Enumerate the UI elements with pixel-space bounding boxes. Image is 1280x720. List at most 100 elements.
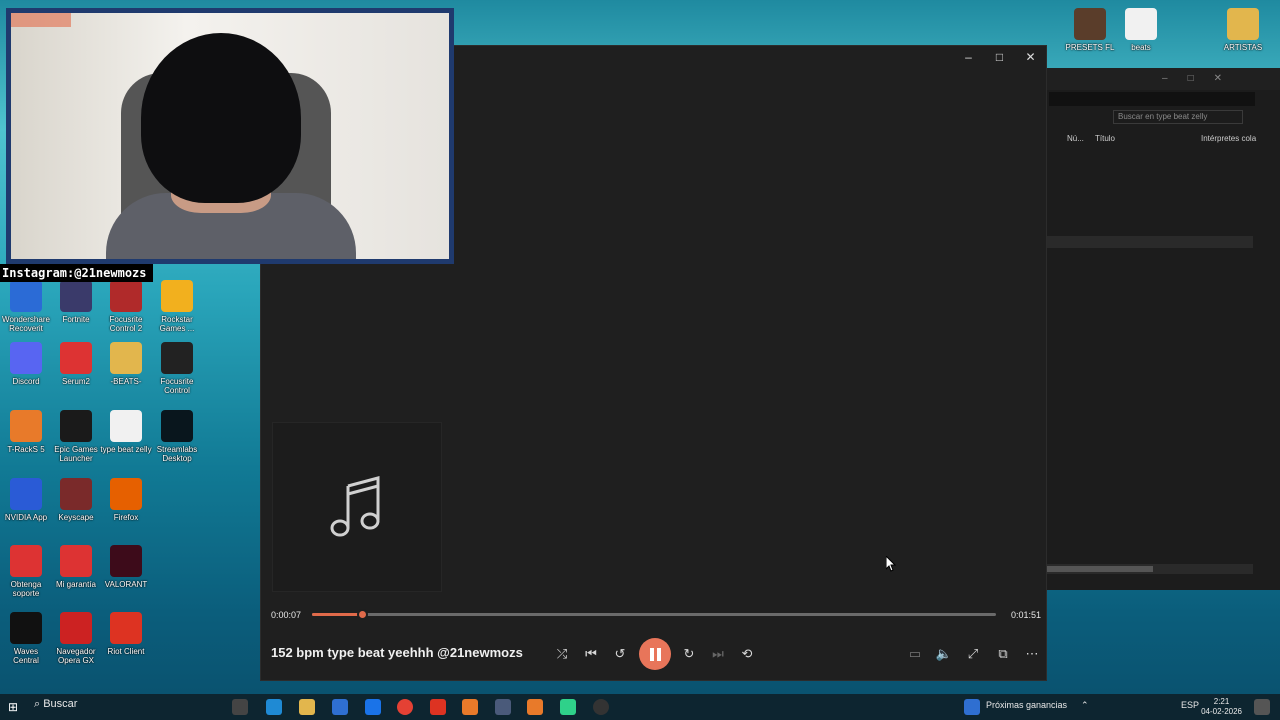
close-button[interactable]: ✕ [1015,46,1046,68]
desktop-icon[interactable]: Serum2 [50,342,102,386]
desktop-icon[interactable]: Navegador Opera GX [50,612,102,665]
scroll-thumb[interactable] [1047,566,1153,572]
explorer-window-controls[interactable]: –□✕ [1162,73,1242,84]
desktop-icon-label: Keyscape [58,513,94,522]
forward-30-icon[interactable]: ↻ [678,643,700,665]
maximize-button[interactable]: □ [984,46,1015,68]
news-widget[interactable]: Próximas ganancias [986,700,1067,710]
volume-icon[interactable]: 🔈 [933,643,955,665]
mini-player-icon[interactable]: ⧉ [992,643,1014,665]
repeat-off-icon[interactable]: ⟲ [736,643,758,665]
streamlabs-icon [161,410,193,442]
explorer-hscrollbar[interactable] [1047,564,1253,574]
taskbar-search[interactable]: ⌕ Buscar [34,698,77,711]
desktop-icon-label: Riot Client [107,647,145,656]
focusrite-meter-icon [161,342,193,374]
fullscreen-icon[interactable]: ⤢ [962,643,984,665]
app-l-icon[interactable] [430,699,446,715]
tray-chevron-icon[interactable]: ⌃ [1081,700,1089,711]
column-number[interactable]: Nú... [1067,134,1084,143]
audio-file-icon [1125,8,1157,40]
keyscape-icon [60,478,92,510]
column-artists[interactable]: Intérpretes cola [1201,134,1256,143]
desktop-icon[interactable]: Obtenga soporte [0,545,52,598]
search-icon: ⌕ [34,698,44,710]
desktop-icon-label: Streamlabs Desktop [156,445,198,463]
explorer-row[interactable] [1047,236,1253,248]
outlook-icon[interactable] [365,699,381,715]
clock-date: 04-02-2026 [1201,707,1242,716]
notifications-icon[interactable] [1254,699,1270,715]
desktop-icon-label: Wondershare Recoverit [2,315,50,333]
desktop-icon-label: type beat zelly [100,445,152,454]
desktop-icon-label: Mi garantía [55,580,97,589]
desktop-icon[interactable]: Focusrite Control [151,342,203,395]
minimize-button[interactable]: – [953,46,984,68]
desktop-icon[interactable]: T-RackS 5 [0,410,52,454]
desktop-icon[interactable]: VALORANT [100,545,152,589]
clock[interactable]: 2:21 04-02-2026 [1201,697,1242,717]
desktop-icon[interactable]: type beat zelly [100,410,152,454]
desktop-icon[interactable]: Wondershare Recoverit [0,280,52,333]
desktop-icon-label: ARTISTAS [1223,43,1263,52]
fl-studio-2-icon[interactable] [527,699,543,715]
task-view-icon[interactable] [232,699,248,715]
fl-studio-icon[interactable] [462,699,478,715]
chrome-icon[interactable] [397,699,413,715]
desktop-icon[interactable]: beats [1115,8,1167,52]
desktop-icon[interactable]: Riot Client [100,612,152,656]
store-icon[interactable] [332,699,348,715]
app-icon[interactable] [495,699,511,715]
person-hair-headphones [141,33,301,203]
desktop-icon-label: Firefox [113,513,139,522]
more-options-icon[interactable]: ⋯ [1021,643,1043,665]
folder-icon [110,342,142,374]
desktop-icon[interactable]: ARTISTAS [1217,8,1269,52]
column-title[interactable]: Título [1095,134,1115,143]
epic-icon [60,410,92,442]
desktop-icon[interactable]: Streamlabs Desktop [151,410,203,463]
desktop-icon[interactable]: Firefox [100,478,152,522]
seek-handle[interactable] [357,609,369,620]
waves-icon [10,612,42,644]
pause-button[interactable] [639,638,671,670]
seek-bar[interactable] [312,609,996,620]
desktop-icon[interactable]: NVIDIA App [0,478,52,522]
desktop-icon[interactable]: Epic Games Launcher [50,410,102,463]
audio-file-icon [110,410,142,442]
desktop-icon[interactable]: Discord [0,342,52,386]
rewind-10-icon[interactable]: ↺ [609,643,631,665]
explorer-address-bar[interactable] [1049,92,1255,106]
previous-icon[interactable]: ⏮ [580,643,602,665]
next-icon[interactable]: ⏭ [707,643,729,665]
focusrite-icon [110,280,142,312]
shuffle-icon[interactable]: ⤮ [551,643,573,665]
desktop-icon[interactable]: Focusrite Control 2 [100,280,152,333]
elapsed-time: 0:00:07 [271,610,302,620]
desktop-icon-label: Navegador Opera GX [56,647,96,665]
desktop-icon[interactable]: PRESETS FL [1064,8,1116,52]
explorer-search-input[interactable]: Buscar en type beat zelly [1113,110,1243,124]
desktop-icon[interactable]: -BEATS- [100,342,152,386]
windows-start-icon[interactable]: ⊞ [8,699,24,715]
desktop-icon-label: Focusrite Control [160,377,194,395]
language-indicator[interactable]: ESP [1181,700,1199,710]
edge-icon[interactable] [266,699,282,715]
desktop-icon[interactable]: Mi garantía [50,545,102,589]
media-player-taskbar-icon[interactable] [593,699,609,715]
streamlabs-taskbar-icon[interactable] [560,699,576,715]
desktop-icon-label: NVIDIA App [4,513,48,522]
widgets-icon[interactable] [964,699,980,715]
support-icon [10,545,42,577]
player-window-controls: – □ ✕ [953,46,1046,68]
desktop-icon-label: PRESETS FL [1065,43,1115,52]
desktop-icon[interactable]: Waves Central [0,612,52,665]
desktop-icon[interactable]: Keyscape [50,478,102,522]
rockstar-icon [161,280,193,312]
desktop-icon[interactable]: Fortnite [50,280,102,324]
total-duration: 0:01:51 [1011,610,1042,620]
file-explorer-icon[interactable] [299,699,315,715]
music-note-icon [330,476,380,537]
desktop-icon[interactable]: Rockstar Games ... [151,280,203,333]
captions-icon[interactable]: ▭ [904,643,926,665]
